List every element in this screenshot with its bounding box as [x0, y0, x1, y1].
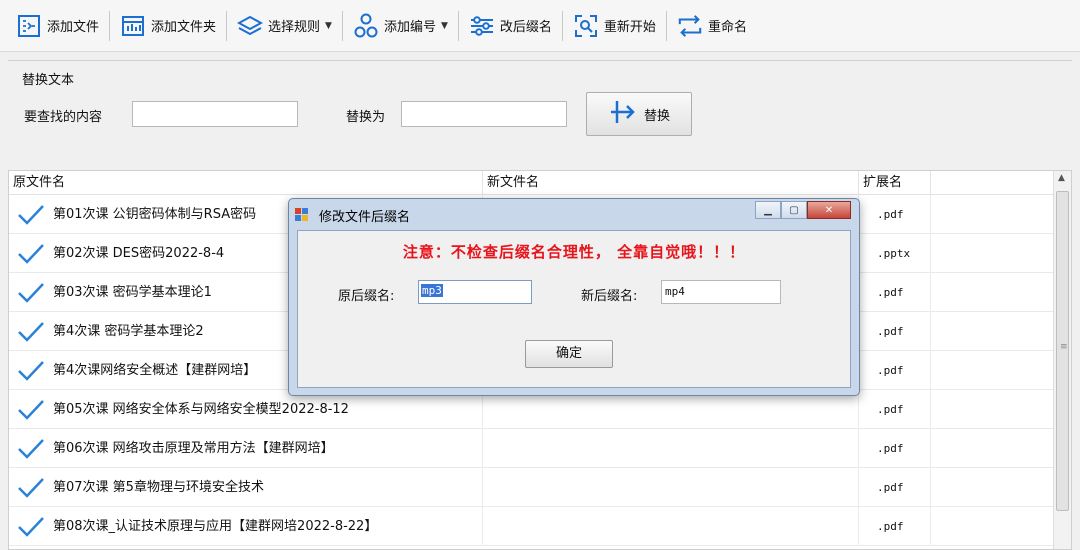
- chevron-down-icon: ▼: [325, 20, 332, 31]
- file-extension: .pptx: [859, 234, 931, 273]
- new-extension-label: 新后缀名:: [581, 289, 638, 304]
- replace-arrow-icon: [608, 99, 638, 129]
- change-extension-label: 改后缀名: [499, 20, 552, 35]
- maximize-button[interactable]: ▢: [781, 201, 807, 219]
- file-extension: .pdf: [859, 273, 931, 312]
- table-row[interactable]: 第07次课 第5章物理与环境安全技术 .pdf: [9, 468, 1054, 507]
- file-extension: .pdf: [859, 312, 931, 351]
- original-filename: 第4次课 密码学基本理论2: [53, 324, 204, 339]
- select-rule-button[interactable]: 选择规则 ▼: [231, 7, 338, 45]
- add-numbering-label: 添加编号: [383, 20, 436, 35]
- original-extension-input[interactable]: mp3: [418, 280, 532, 304]
- find-label: 要查找的内容: [24, 110, 103, 125]
- checkmark-icon: [18, 282, 44, 303]
- checkmark-icon: [18, 321, 44, 342]
- close-button[interactable]: ✕: [807, 201, 851, 219]
- add-folder-button[interactable]: 添加文件夹: [114, 7, 222, 45]
- checkmark-icon: [18, 243, 44, 264]
- replace-button[interactable]: 替换: [586, 92, 692, 136]
- replace-with-label: 替换为: [346, 110, 386, 125]
- toolbar-divider: [226, 10, 228, 41]
- original-filename: 第06次课 网络攻击原理及常用方法【建群网培】: [53, 441, 334, 456]
- list-header: 原文件名 新文件名 扩展名: [9, 171, 1054, 195]
- vertical-scrollbar[interactable]: ▲ ≡: [1053, 171, 1071, 549]
- toolbar-divider: [561, 10, 563, 41]
- table-row[interactable]: 第08次课_认证技术原理与应用【建群网培2022-8-22】 .pdf: [9, 507, 1054, 546]
- dialog-title: 修改文件后缀名: [319, 210, 411, 225]
- rename-label: 重命名: [707, 20, 747, 35]
- checkmark-icon: [18, 204, 44, 225]
- replace-group-title: 替换文本: [22, 69, 75, 88]
- toolbar-divider: [341, 10, 343, 41]
- add-file-icon: [16, 13, 42, 39]
- chevron-down-icon: ▼: [440, 20, 448, 31]
- scroll-up-icon[interactable]: ▲: [1058, 173, 1065, 183]
- original-filename: 第02次课 DES密码2022-8-4: [53, 246, 225, 261]
- toolbar-divider: [109, 10, 111, 41]
- original-filename: 第07次课 第5章物理与环境安全技术: [53, 480, 264, 495]
- column-header-new[interactable]: 新文件名: [483, 171, 859, 195]
- checkmark-icon: [18, 438, 44, 459]
- change-extension-button[interactable]: 改后缀名: [463, 7, 558, 45]
- original-filename: 第4次课网络安全概述【建群网培】: [53, 363, 257, 378]
- original-filename: 第03次课 密码学基本理论1: [53, 285, 212, 300]
- layers-icon: [237, 13, 264, 39]
- replace-button-label: 替换: [643, 108, 670, 124]
- maximize-icon: ▢: [789, 204, 799, 216]
- dialog-titlebar[interactable]: 修改文件后缀名 ▁ ▢ ✕: [289, 199, 859, 229]
- original-extension-label: 原后缀名:: [338, 289, 395, 304]
- minimize-button[interactable]: ▁: [755, 201, 781, 219]
- warning-message: 注意：不检查后缀名合理性， 全靠自觉哦！！！: [402, 243, 746, 261]
- add-folder-label: 添加文件夹: [151, 20, 217, 35]
- original-filename: 第08次课_认证技术原理与应用【建群网培2022-8-22】: [53, 519, 378, 534]
- file-extension: .pdf: [859, 507, 931, 546]
- restart-button[interactable]: 重新开始: [567, 7, 662, 45]
- add-file-label: 添加文件: [47, 20, 100, 35]
- sliders-icon: [469, 13, 495, 39]
- change-extension-dialog: 修改文件后缀名 ▁ ▢ ✕ 注意：不检查后缀名合理性， 全靠自觉哦！！！ 原后缀…: [288, 198, 860, 396]
- new-extension-input[interactable]: mp4: [661, 280, 781, 304]
- replace-with-input[interactable]: [401, 101, 567, 127]
- select-rule-label: 选择规则: [268, 20, 321, 35]
- add-numbering-button[interactable]: 添加编号 ▼: [347, 7, 454, 45]
- scrollbar-thumb[interactable]: ≡: [1056, 191, 1069, 511]
- file-extension: .pdf: [859, 429, 931, 468]
- app-window-icon: [295, 208, 308, 221]
- new-filename: [483, 468, 859, 507]
- restart-scan-icon: [573, 13, 599, 39]
- file-extension: .pdf: [859, 390, 931, 429]
- checkmark-icon: [18, 399, 44, 420]
- numbering-icon: [353, 13, 379, 39]
- close-icon: ✕: [824, 204, 834, 216]
- column-header-original[interactable]: 原文件名: [9, 171, 483, 195]
- restart-label: 重新开始: [603, 20, 656, 35]
- new-filename: [483, 507, 859, 546]
- checkmark-icon: [18, 360, 44, 381]
- ok-button[interactable]: 确定: [525, 340, 613, 368]
- toolbar-divider: [457, 10, 459, 41]
- find-input[interactable]: [132, 101, 298, 127]
- add-file-button[interactable]: 添加文件: [10, 7, 105, 45]
- table-row[interactable]: 第06次课 网络攻击原理及常用方法【建群网培】 .pdf: [9, 429, 1054, 468]
- new-filename: [483, 429, 859, 468]
- column-header-extension[interactable]: 扩展名: [859, 171, 931, 195]
- file-extension: .pdf: [859, 468, 931, 507]
- toolbar: 添加文件 添加文件夹 选择规则 ▼ 添加编号 ▼ 改后缀名 重新开始 重命名: [0, 0, 1080, 52]
- original-extension-value: mp3: [421, 284, 443, 297]
- add-folder-icon: [120, 13, 146, 39]
- dialog-body: 注意：不检查后缀名合理性， 全靠自觉哦！！！ 原后缀名: mp3 新后缀名: m…: [297, 230, 851, 388]
- toolbar-divider: [665, 10, 667, 41]
- checkmark-icon: [18, 477, 44, 498]
- grip-icon: ≡: [1060, 342, 1068, 352]
- checkmark-icon: [18, 516, 44, 537]
- file-extension: .pdf: [859, 351, 931, 390]
- swap-arrows-icon: [677, 13, 703, 39]
- file-extension: .pdf: [859, 195, 931, 234]
- original-filename: 第01次课 公钥密码体制与RSA密码: [53, 207, 257, 222]
- rename-button[interactable]: 重命名: [671, 7, 753, 45]
- minimize-icon: ▁: [764, 204, 772, 216]
- window-controls: ▁ ▢ ✕: [755, 201, 851, 219]
